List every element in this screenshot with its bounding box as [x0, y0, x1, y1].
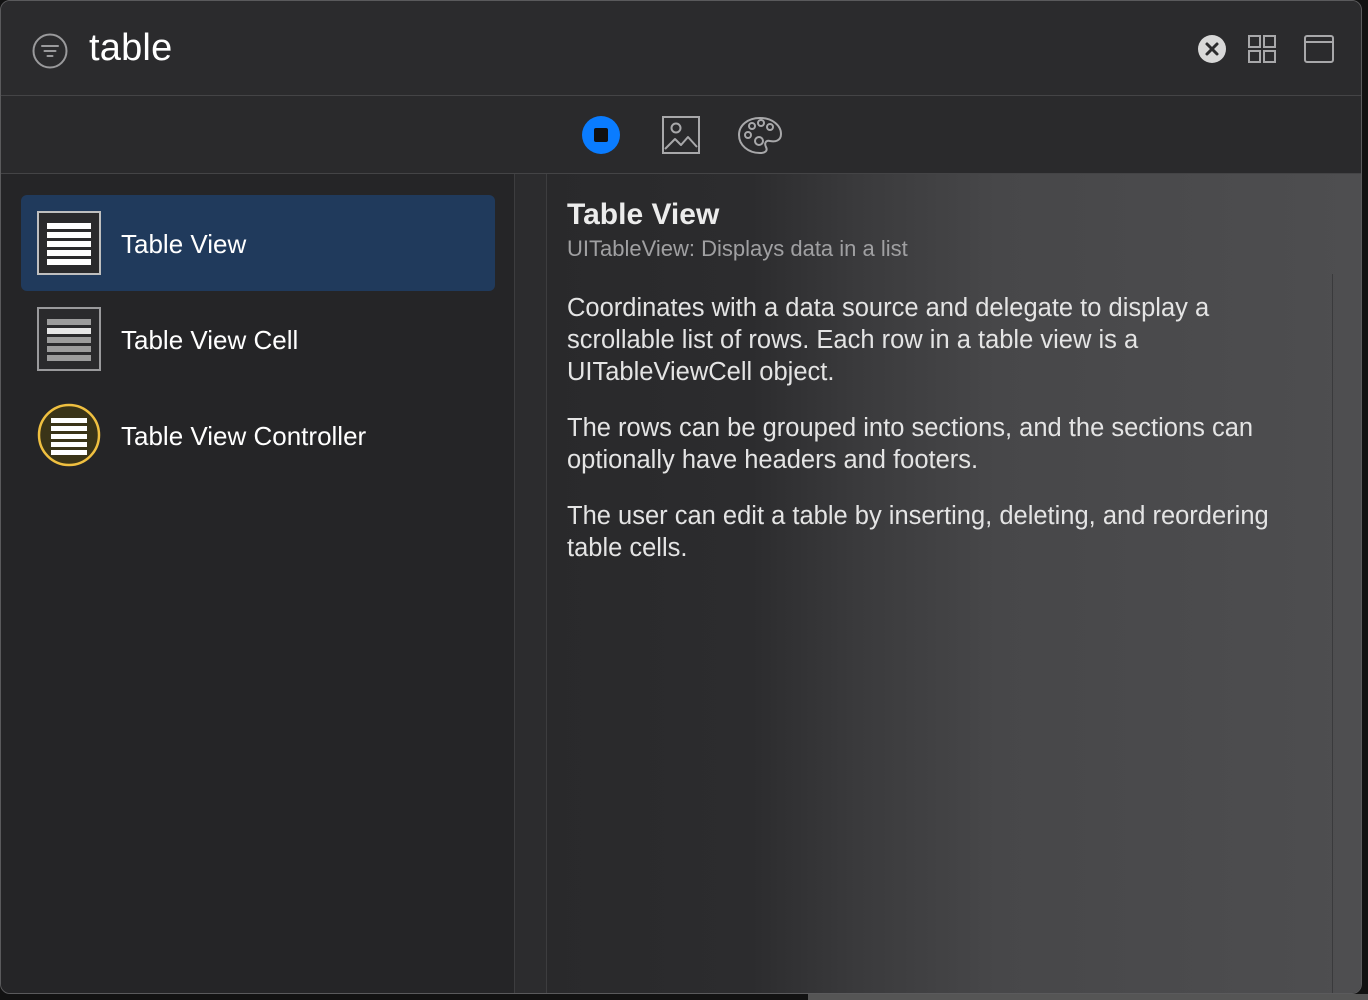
description-paragraph: The user can edit a table by inserting, … — [567, 502, 1269, 562]
filter-icon[interactable] — [31, 32, 69, 70]
tab-colors[interactable] — [737, 114, 783, 156]
tab-objects[interactable] — [578, 114, 624, 156]
list-item-label: Table View — [121, 229, 247, 259]
library-type-bar — [1, 96, 1361, 174]
description-paragraph: The rows can be grouped into sections, a… — [567, 414, 1254, 474]
palette-icon — [737, 116, 783, 155]
object-square-icon — [582, 116, 620, 154]
split-divider[interactable] — [515, 174, 547, 993]
list-item-label: Table View Cell — [121, 325, 299, 355]
clear-search-icon[interactable] — [1197, 34, 1227, 64]
detail-panel-icon[interactable] — [1303, 34, 1335, 64]
photo-icon — [662, 116, 700, 154]
table-view-cell-icon — [37, 307, 101, 371]
list-item-label: Table View Controller — [121, 421, 367, 451]
detail-subtitle: UITableView: Displays data in a list — [567, 236, 908, 261]
search-input[interactable]: table — [89, 27, 172, 70]
list-item-table-view-controller[interactable]: Table View Controller — [21, 387, 495, 483]
results-list: Table View Table View Cell Table View Co… — [1, 174, 515, 993]
grid-view-icon[interactable] — [1247, 34, 1277, 64]
description-paragraph: Coordinates with a data source and deleg… — [567, 294, 1210, 386]
detail-description: Coordinates with a data source and deleg… — [567, 292, 1287, 588]
table-view-controller-icon — [37, 403, 101, 467]
list-item-table-view[interactable]: Table View — [21, 195, 495, 291]
search-bar: table — [1, 1, 1361, 96]
library-window: table Table View Table View Cell Table V… — [0, 0, 1362, 994]
background-window-edge — [808, 994, 1368, 1000]
detail-title: Table View — [567, 198, 720, 231]
tab-media[interactable] — [658, 114, 704, 156]
list-item-table-view-cell[interactable]: Table View Cell — [21, 291, 495, 387]
detail-scroll-track[interactable] — [1332, 274, 1333, 993]
detail-pane: Table View UITableView: Displays data in… — [547, 174, 1361, 993]
table-view-icon — [37, 211, 101, 275]
